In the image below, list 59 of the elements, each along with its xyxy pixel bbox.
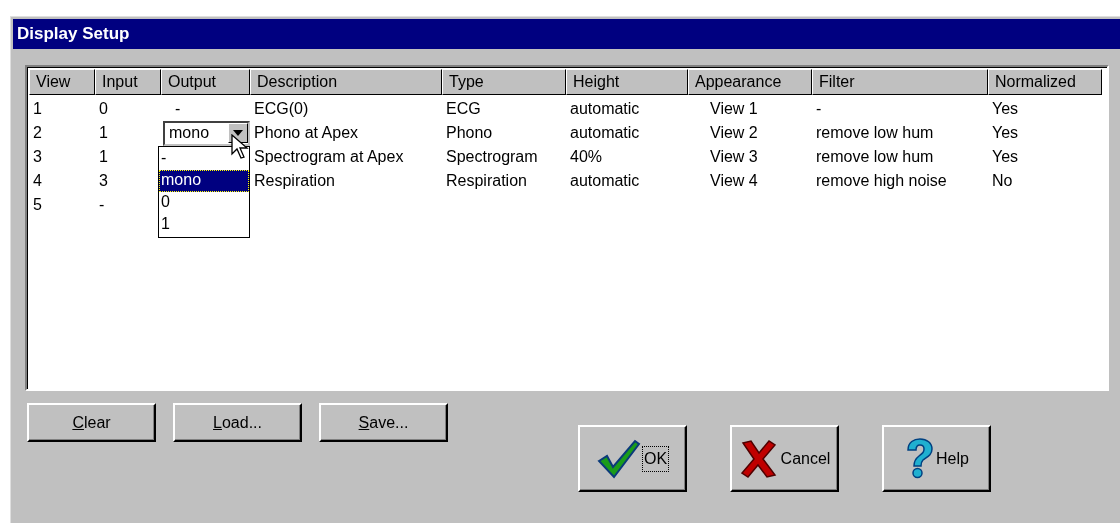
table-cell-text: 40% [570,147,603,167]
dropdown-arrow-button[interactable] [228,123,248,143]
table-cell-text: 4 [33,171,42,191]
table-cell-text: remove low hum [816,147,934,167]
column-header[interactable]: Description [250,69,442,95]
table-cell-text: Spectrogram at Apex [254,147,404,167]
table-cell-text: 5 [33,195,42,215]
table-cell-text: 0 [99,99,108,119]
table-cell-text: Phono at Apex [254,123,359,143]
down-arrow-icon [233,130,243,136]
dropdown-option[interactable]: 0 [159,192,249,214]
table-cell-text: View 3 [710,147,758,167]
table-cell-text: No [992,171,1013,191]
table-cell-text: Yes [992,123,1019,143]
column-header[interactable]: View [29,69,95,95]
table-cell-text: 2 [33,123,42,143]
table-cell-text: View 2 [710,123,758,143]
question-mark-icon [904,437,935,480]
column-header[interactable]: Height [566,69,688,95]
table-cell-text: Yes [992,147,1019,167]
column-header[interactable]: Output [161,69,250,95]
table-cell-text: - [175,99,181,119]
table-cell-text: 3 [33,147,42,167]
table-cell-text: 3 [99,171,108,191]
table-cell-text: View 4 [710,171,758,191]
command-button[interactable]: Load... [173,403,302,442]
table-cell-text: 1 [33,99,42,119]
dropdown-option[interactable]: 1 [159,214,249,236]
command-button[interactable]: Save... [319,403,448,442]
table-cell-text: - [99,195,105,215]
command-button[interactable]: Clear [27,403,156,442]
table-cell-text: Respiration [254,171,335,191]
help-button[interactable]: Help [882,425,991,492]
cancel-button[interactable]: Cancel [730,425,839,492]
table-cell-text: Phono [446,123,493,143]
column-header[interactable]: Normalized [988,69,1102,95]
table-cell-text: View 1 [710,99,758,119]
dropdown-option[interactable]: mono [159,170,249,192]
table-cell-text: remove high noise [816,171,947,191]
table-cell-text: ECG(0) [254,99,309,119]
table-cell-text: Respiration [446,171,527,191]
table-cell-text: remove low hum [816,123,934,143]
ok-button[interactable]: OK [578,425,687,492]
column-header[interactable]: Appearance [688,69,812,95]
table-cell-text: automatic [570,123,640,143]
table-cell-text: automatic [570,99,640,119]
cross-icon [738,438,779,479]
table-cell-text: 1 [99,147,108,167]
table-cell-text: automatic [570,171,640,191]
table-cell-text: - [816,99,822,119]
table-cell-text: ECG [446,99,481,119]
column-header[interactable]: Type [442,69,566,95]
table-cell-text: Yes [992,99,1019,119]
column-header[interactable]: Input [95,69,161,95]
table-cell-text: Spectrogram [446,147,538,167]
table-cell-text: 1 [99,123,108,143]
checkmark-icon [596,438,641,479]
window-title: Display Setup [17,23,130,46]
column-header[interactable]: Filter [812,69,988,95]
